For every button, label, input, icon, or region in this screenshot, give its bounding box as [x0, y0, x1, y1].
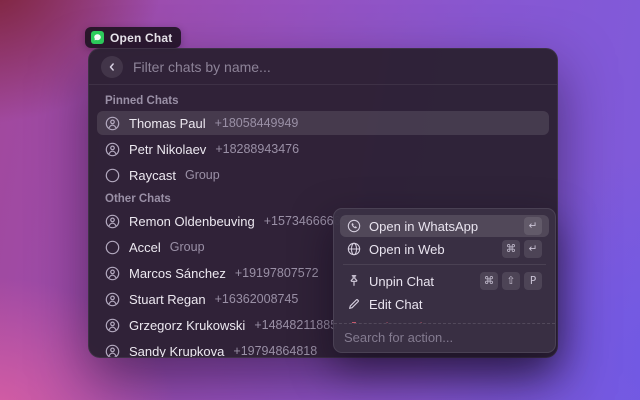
key-chip: P	[524, 272, 542, 290]
person-circle-icon	[105, 292, 120, 307]
whatsapp-icon	[347, 219, 361, 233]
open-chat-command-badge: Open Chat	[85, 27, 181, 48]
action-menu-item-label: Open in Web	[369, 242, 445, 257]
circle-icon	[105, 240, 120, 255]
pencil-icon	[347, 297, 361, 311]
pin-icon	[347, 274, 361, 288]
shortcut-keys: ⌘↵	[502, 240, 542, 258]
chat-name: Stuart Regan	[129, 292, 206, 307]
chat-row[interactable]: Petr Nikolaev +18288943476	[97, 137, 549, 161]
open-chat-command-label: Open Chat	[110, 31, 172, 45]
section-label-pinned-chats: Pinned Chats	[105, 95, 541, 107]
chat-subtitle: +18058449949	[215, 116, 299, 130]
chat-subtitle: +19794864818	[233, 344, 317, 358]
person-circle-icon	[105, 344, 120, 359]
desktop-background: { "command_badge": { "label": "Open Chat…	[0, 0, 640, 400]
chat-subtitle: Group	[185, 168, 220, 182]
globe-icon	[347, 242, 361, 256]
chat-name: Marcos Sánchez	[129, 266, 226, 281]
filter-chats-input[interactable]	[133, 59, 545, 75]
action-search-input[interactable]	[344, 330, 545, 345]
action-search-bar	[334, 323, 555, 352]
chat-name: Raycast	[129, 168, 176, 183]
shortcut-keys: ↵	[524, 217, 542, 235]
section-label-other-chats: Other Chats	[105, 193, 541, 205]
action-menu: Open in WhatsApp ↵ O	[333, 208, 556, 353]
chat-subtitle: +19197807572	[235, 266, 319, 280]
pinned-chats-group: Thomas Paul +18058449949 Petr Nikolaev +…	[97, 111, 549, 187]
key-chip: ↵	[524, 217, 542, 235]
action-menu-item[interactable]: Open in Web ⌘↵	[340, 238, 549, 260]
chat-name: Accel	[129, 240, 161, 255]
person-circle-icon	[105, 116, 120, 131]
chat-name: Petr Nikolaev	[129, 142, 206, 157]
chat-subtitle: Group	[170, 240, 205, 254]
trash-icon	[347, 320, 361, 323]
action-menu-item[interactable]: Delete Chat	[340, 316, 549, 323]
person-circle-icon	[105, 142, 120, 157]
action-menu-item-label: Edit Chat	[369, 297, 422, 312]
key-chip: ⇧	[502, 272, 520, 290]
chat-subtitle: +16362008745	[215, 292, 299, 306]
key-chip: ⌘	[480, 272, 498, 290]
action-menu-item[interactable]: Edit Chat	[340, 293, 549, 315]
search-bar	[89, 49, 557, 85]
key-chip: ⌘	[502, 240, 520, 258]
action-menu-list: Open in WhatsApp ↵ O	[334, 209, 555, 323]
person-circle-icon	[105, 214, 120, 229]
shortcut-keys: ⌘⇧P	[480, 272, 542, 290]
chat-row[interactable]: Raycast Group	[97, 163, 549, 187]
chat-name: Sandy Krupkova	[129, 344, 224, 359]
chat-name: Grzegorz Krukowski	[129, 318, 245, 333]
action-menu-item-label: Unpin Chat	[369, 274, 434, 289]
whatsapp-app-icon	[91, 31, 104, 44]
chat-subtitle: +14848211885	[254, 318, 337, 332]
action-menu-item[interactable]: Unpin Chat ⌘⇧P	[340, 270, 549, 292]
chat-subtitle: +18288943476	[215, 142, 299, 156]
menu-separator	[343, 264, 546, 265]
circle-icon	[105, 168, 120, 183]
action-menu-item-label: Open in WhatsApp	[369, 219, 478, 234]
action-menu-item-label: Delete Chat	[369, 320, 438, 324]
action-menu-item[interactable]: Open in WhatsApp ↵	[340, 215, 549, 237]
chat-row[interactable]: Thomas Paul +18058449949	[97, 111, 549, 135]
chevron-left-icon	[106, 61, 118, 73]
person-circle-icon	[105, 318, 120, 333]
chat-name: Remon Oldenbeuving	[129, 214, 255, 229]
key-chip: ↵	[524, 240, 542, 258]
chat-name: Thomas Paul	[129, 116, 206, 131]
back-button[interactable]	[101, 56, 123, 78]
person-circle-icon	[105, 266, 120, 281]
